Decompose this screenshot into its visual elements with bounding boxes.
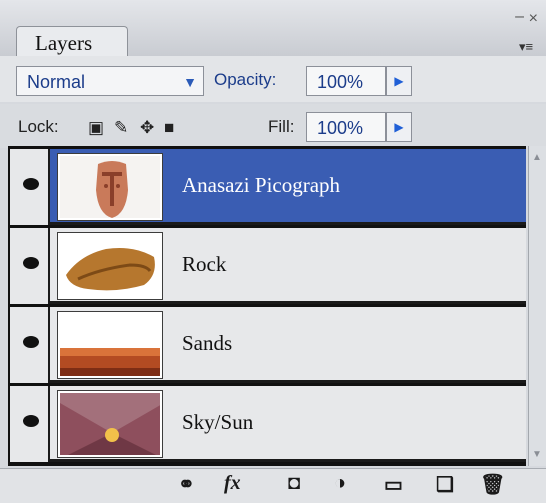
layer-thumbnail — [57, 232, 163, 300]
lock-position-icon[interactable]: ✥ — [140, 118, 154, 138]
opacity-slider-button[interactable]: ▶ — [386, 66, 412, 96]
layer-row-rock[interactable]: Rock — [10, 228, 526, 304]
layer-thumbnail — [57, 311, 163, 379]
close-icon[interactable]: × — [529, 10, 538, 28]
opacity-field[interactable]: 100% — [306, 66, 386, 96]
layer-name: Sands — [182, 331, 233, 355]
add-mask-icon[interactable]: ◘ — [288, 472, 300, 495]
lock-label: Lock: — [18, 117, 59, 136]
layer-style-fx-button[interactable]: fx — [224, 472, 241, 495]
lock-transparent-pixels-icon[interactable]: ▣ — [88, 118, 104, 138]
blend-mode-value: Normal — [27, 72, 86, 92]
layers-toolbar — [0, 468, 546, 503]
fill-slider-button[interactable]: ▶ — [386, 112, 412, 142]
tab-layers[interactable]: Layers — [16, 26, 128, 60]
layer-name: Sky/Sun — [182, 410, 254, 434]
fill-field[interactable]: 100% — [306, 112, 386, 142]
chevron-down-icon: ▼ — [183, 74, 197, 90]
eye-icon — [23, 178, 39, 190]
new-layer-icon[interactable]: ❑ — [436, 472, 454, 497]
opacity-label: Opacity: — [214, 70, 277, 89]
blend-mode-select[interactable]: Normal ▼ — [16, 66, 204, 96]
minimize-icon[interactable]: – — [515, 8, 524, 26]
layer-name: Rock — [182, 252, 227, 276]
adjustment-layer-icon[interactable]: ◑ — [334, 472, 346, 495]
scroll-up-icon[interactable]: ▲ — [532, 152, 542, 163]
layer-name: Anasazi Picograph — [182, 173, 341, 197]
layers-panel: Layers – × ▾≡ Normal ▼ Opacity: 100% ▶ L… — [0, 0, 546, 503]
scroll-down-icon[interactable]: ▼ — [532, 449, 542, 460]
layer-row-anasazi-picograph[interactable]: Anasazi Picograph — [10, 149, 526, 225]
layer-thumbnail — [57, 390, 163, 458]
visibility-toggle[interactable] — [10, 149, 50, 225]
layer-row-sands[interactable]: Sands — [10, 307, 526, 383]
panel-menu-icon[interactable]: ▾≡ — [512, 40, 540, 54]
visibility-toggle[interactable] — [10, 386, 50, 462]
lock-image-pixels-icon[interactable]: ✎ — [114, 118, 128, 138]
layer-list-scrollbar[interactable]: ▲ ▼ — [528, 146, 546, 466]
delete-layer-icon[interactable]: 🗑 — [480, 472, 505, 497]
eye-icon — [23, 415, 39, 427]
layer-row-sky-sun[interactable]: Sky/Sun — [10, 386, 526, 462]
fill-label: Fill: — [268, 117, 295, 136]
lock-all-icon[interactable]: ■ — [164, 118, 174, 138]
eye-icon — [23, 257, 39, 269]
new-group-icon[interactable]: ▭ — [384, 472, 403, 497]
eye-icon — [23, 336, 39, 348]
link-layers-icon[interactable]: ⚭ — [178, 472, 195, 497]
visibility-toggle[interactable] — [10, 228, 50, 304]
layer-thumbnail — [57, 153, 163, 221]
visibility-toggle[interactable] — [10, 307, 50, 383]
